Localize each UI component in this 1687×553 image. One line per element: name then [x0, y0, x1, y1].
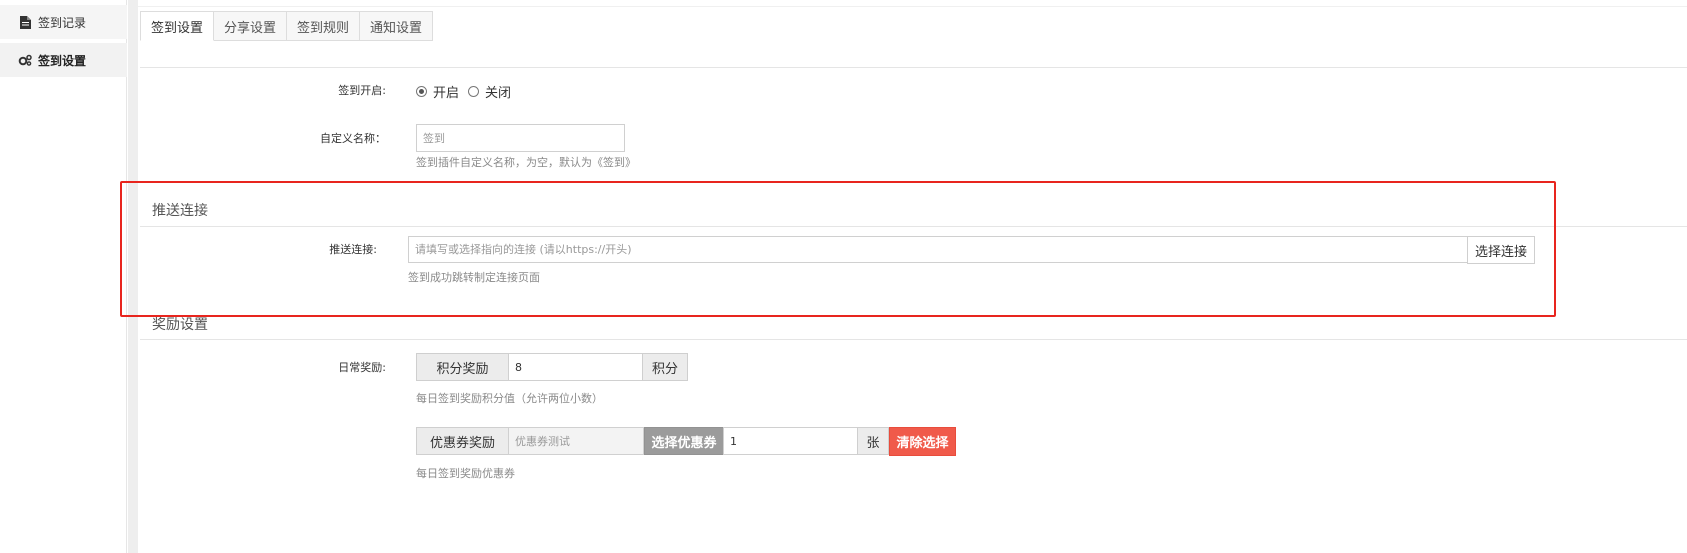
sidebar-item-label: 签到设置	[38, 53, 87, 68]
sidebar-item-label: 签到记录	[38, 15, 87, 30]
radio-checked-icon	[416, 86, 427, 97]
push-section-divider	[140, 226, 1687, 227]
points-reward-addon: 积分奖励	[416, 353, 509, 381]
daily-reward-label: 日常奖励:	[338, 361, 386, 374]
coupon-selected-input	[508, 427, 644, 455]
radio-close[interactable]: 关闭	[468, 82, 511, 101]
points-value-input[interactable]	[508, 353, 643, 381]
select-link-button[interactable]: 选择连接	[1467, 236, 1535, 264]
sidebar: 签到记录 签到设置	[0, 0, 127, 553]
reward-section-divider	[140, 339, 1687, 340]
custom-name-input[interactable]	[416, 124, 625, 152]
push-link-label: 推送连接:	[329, 243, 377, 256]
points-unit-addon: 积分	[642, 353, 688, 381]
document-icon	[18, 15, 32, 29]
gears-icon	[18, 54, 32, 66]
coupon-unit-addon: 张	[857, 427, 889, 455]
select-coupon-button[interactable]: 选择优惠券	[644, 427, 724, 455]
scrollbar-gutter	[128, 0, 138, 553]
signin-open-label: 签到开启:	[338, 84, 386, 97]
tab-share-settings[interactable]: 分享设置	[214, 11, 288, 41]
coupon-qty-input[interactable]	[723, 427, 858, 455]
radio-open-label: 开启	[433, 86, 460, 101]
tabs-divider	[140, 67, 1687, 68]
tab-signin-rules[interactable]: 签到规则	[287, 11, 361, 41]
tab-notify-settings[interactable]: 通知设置	[360, 11, 434, 41]
reward-section-title: 奖励设置	[152, 317, 208, 333]
custom-name-help: 签到插件自定义名称，为空，默认为《签到》	[416, 156, 636, 169]
custom-name-label: 自定义名称：	[320, 132, 386, 145]
sidebar-item-signin-settings[interactable]: 签到设置	[0, 43, 127, 77]
radio-unchecked-icon	[468, 86, 479, 97]
push-link-help: 签到成功跳转制定连接页面	[408, 271, 540, 284]
push-link-input[interactable]	[408, 236, 1468, 263]
sidebar-item-signin-records[interactable]: 签到记录	[0, 5, 127, 39]
coupon-help: 每日签到奖励优惠券	[416, 467, 515, 480]
settings-tabs: 签到设置 分享设置 签到规则 通知设置	[140, 11, 434, 41]
coupon-reward-addon: 优惠券奖励	[416, 427, 509, 455]
tab-signin-settings[interactable]: 签到设置	[140, 11, 215, 41]
radio-open[interactable]: 开启	[416, 82, 459, 101]
points-help: 每日签到奖励积分值（允许两位小数）	[416, 392, 603, 405]
push-section-title: 推送连接	[152, 203, 208, 219]
top-divider	[138, 6, 1687, 7]
clear-selection-button[interactable]: 清除选择	[889, 427, 956, 456]
radio-close-label: 关闭	[485, 86, 512, 101]
